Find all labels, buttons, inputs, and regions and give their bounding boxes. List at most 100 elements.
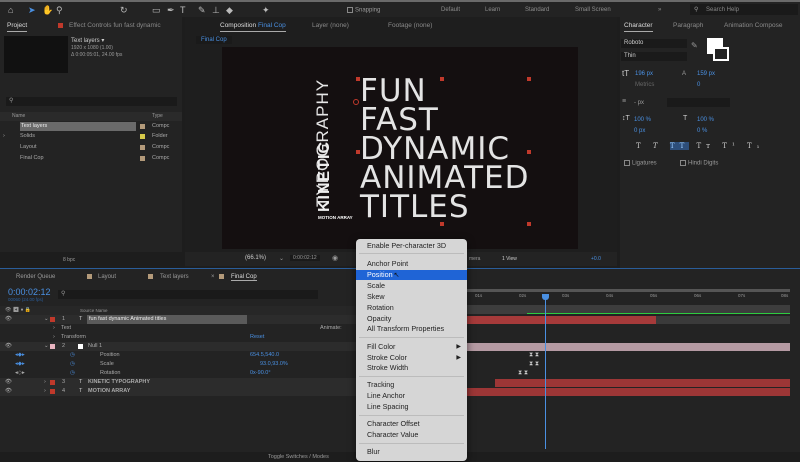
hand-tool-icon[interactable]: ✋ — [42, 5, 53, 16]
horizontal-scale-value[interactable]: 100 % — [697, 117, 714, 123]
col-name[interactable]: Name — [12, 113, 25, 119]
layer-name[interactable]: KINETIC TYPOGRAPHY — [88, 378, 150, 387]
font-style-dropdown[interactable]: Thin — [621, 52, 687, 61]
project-search-input[interactable]: ⚲ — [6, 97, 177, 106]
rectangle-tool-icon[interactable]: ▭ — [152, 5, 161, 16]
menu-item-line-anchor[interactable]: Line Anchor — [356, 391, 467, 401]
viewer-timecode[interactable]: 0:00:02:12 — [290, 255, 320, 261]
tab-render-queue[interactable]: Render Queue — [16, 274, 55, 280]
tab-footage[interactable]: Footage (none) — [388, 22, 432, 29]
keyframe-icon[interactable]: ⧗ ⧗ — [529, 361, 539, 368]
ligatures-checkbox[interactable]: Ligatures — [624, 160, 657, 167]
bounding-handle[interactable] — [527, 77, 531, 81]
tracking-value[interactable]: 0 — [697, 82, 700, 88]
tab-layout[interactable]: Layout — [98, 274, 116, 280]
chevron-down-icon[interactable]: ⌄ — [44, 315, 49, 324]
keyframe-nav-icon[interactable]: ◂◆▸ — [15, 351, 25, 360]
snapping-checkbox[interactable]: Snapping — [347, 7, 380, 14]
layer-name[interactable]: Null 1 — [88, 342, 102, 351]
expand-icon[interactable]: › — [3, 132, 5, 141]
expand-icon[interactable]: › — [53, 324, 55, 333]
bounding-handle[interactable] — [440, 77, 444, 81]
menu-item-fill-color[interactable]: Fill Color ▶ — [356, 342, 467, 352]
stroke-color-swatch[interactable] — [713, 47, 729, 61]
selection-tool-icon[interactable]: ➤ — [28, 5, 36, 16]
layer-bar[interactable] — [465, 343, 790, 351]
tab-effect-controls[interactable]: Effect Controls fun fast dynamic — [69, 22, 161, 29]
list-item[interactable]: Layout Compc — [0, 143, 182, 152]
property-value[interactable]: 0x-90.0° — [250, 369, 271, 378]
menu-item-position[interactable]: Position↖ — [356, 270, 467, 280]
keyframe-nav-icon[interactable]: ◂◆▸ — [15, 360, 25, 369]
view-dropdown[interactable]: 1 View — [502, 256, 517, 262]
menu-item-rotation[interactable]: Rotation — [356, 303, 467, 313]
eye-icon[interactable]: 👁 — [5, 378, 12, 387]
workspace-small-screen[interactable]: Small Screen — [575, 7, 611, 13]
layer-bar[interactable] — [465, 316, 656, 324]
bounding-handle[interactable] — [356, 77, 360, 81]
stroke-type-dropdown[interactable] — [667, 98, 730, 107]
tab-layer[interactable]: Layer (none) — [312, 22, 349, 29]
menu-item-stroke-color[interactable]: Stroke Color ▶ — [356, 353, 467, 363]
timeline-search-input[interactable]: ⚲ — [58, 290, 318, 299]
bounding-handle[interactable] — [440, 222, 444, 226]
workspace-learn[interactable]: Learn — [485, 7, 500, 13]
kerning-value[interactable]: Metrics — [635, 82, 654, 88]
comp-breadcrumb[interactable]: Final Cop — [196, 36, 232, 44]
tab-project[interactable]: Project — [7, 22, 28, 32]
list-item[interactable]: Final Cop Compc — [0, 154, 182, 163]
property-value[interactable]: 93.0,93.0% — [260, 360, 288, 369]
menu-item-scale[interactable]: Scale — [356, 281, 467, 291]
eye-icon[interactable]: 👁 — [5, 342, 12, 351]
exposure-value[interactable]: +0.0 — [591, 256, 601, 262]
stamp-tool-icon[interactable]: ⊥ — [212, 5, 220, 16]
vertical-scale-value[interactable]: 100 % — [634, 117, 651, 123]
workspace-default[interactable]: Default — [441, 7, 460, 13]
tab-composition[interactable]: Composition Final Cop — [220, 22, 286, 32]
tab-paragraph[interactable]: Paragraph — [673, 22, 703, 29]
anchor-point-icon[interactable] — [353, 99, 359, 105]
menu-item-character-value[interactable]: Character Value — [356, 430, 467, 440]
layer-name[interactable]: MOTION ARRAY — [88, 387, 130, 396]
list-item[interactable]: › Solids Folder — [0, 132, 182, 141]
keyframe-nav-icon[interactable]: ◂◇▸ — [15, 369, 25, 378]
menu-item-opacity[interactable]: Opacity — [356, 314, 467, 324]
expand-icon[interactable]: › — [53, 333, 55, 342]
menu-item-anchor-point[interactable]: Anchor Point — [356, 259, 467, 269]
stroke-width-value[interactable]: - px — [634, 100, 644, 106]
tab-character[interactable]: Character — [624, 22, 653, 32]
list-item[interactable]: Text layers Compc — [0, 122, 182, 131]
more-workspaces-icon[interactable]: » — [658, 7, 661, 13]
tab-animation-composer[interactable]: Animation Compose — [724, 22, 783, 29]
bpc-button[interactable]: 8 bpc — [63, 257, 75, 263]
camera-dropdown[interactable]: mera — [469, 256, 480, 262]
search-help-field[interactable]: ⚲ Search Help — [690, 4, 798, 15]
property-value[interactable]: 654.5,540.0 — [250, 351, 279, 360]
tab-final-cop[interactable]: Final Cop — [231, 274, 257, 281]
eyedropper-icon[interactable]: ✎ — [691, 41, 698, 50]
eye-icon[interactable]: 👁 — [5, 387, 12, 396]
menu-item-line-spacing[interactable]: Line Spacing — [356, 402, 467, 412]
col-type[interactable]: Type — [152, 113, 163, 119]
home-icon[interactable]: ⌂ — [8, 5, 13, 15]
bounding-handle[interactable] — [527, 222, 531, 226]
bounding-handle[interactable] — [527, 150, 531, 154]
text-style-buttons[interactable]: T T TT Tт T¹ T₁ — [636, 142, 764, 150]
menu-item-blur[interactable]: Blur — [356, 447, 467, 457]
leading-value[interactable]: 159 px — [697, 71, 715, 77]
reset-link[interactable]: Reset — [250, 333, 264, 342]
eye-icon[interactable]: 👁 — [5, 315, 12, 324]
tsume-value[interactable]: 0 % — [697, 128, 707, 134]
playhead[interactable] — [545, 294, 546, 449]
stopwatch-icon[interactable]: ◷ — [70, 360, 75, 369]
zoom-dropdown[interactable]: (66.1%) — [245, 255, 266, 261]
timeline-timecode[interactable]: 0:00:02:12 — [8, 287, 51, 297]
menu-item-tracking[interactable]: Tracking — [356, 380, 467, 390]
layer-name[interactable]: fun fast dynamic Animated titles — [87, 315, 247, 324]
stopwatch-icon[interactable]: ◷ — [70, 369, 75, 378]
type-tool-icon[interactable]: T — [180, 5, 186, 15]
rotate-tool-icon[interactable]: ↻ — [120, 5, 128, 16]
tab-text-layers[interactable]: Text layers — [160, 274, 189, 280]
stopwatch-icon[interactable]: ◷ — [70, 351, 75, 360]
bounding-handle[interactable] — [356, 150, 360, 154]
